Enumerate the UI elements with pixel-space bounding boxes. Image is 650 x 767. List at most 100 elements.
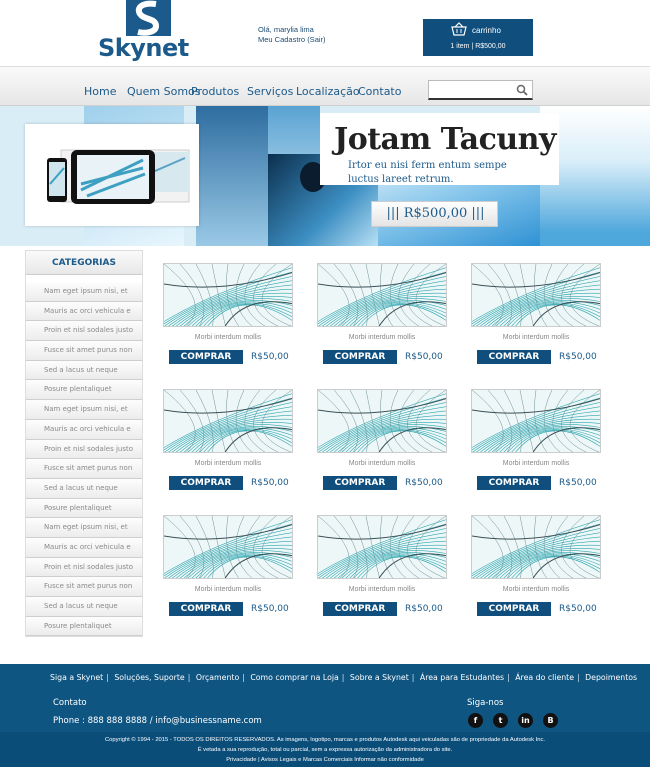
footer-link[interactable]: Orçamento [196,673,239,682]
footer-link[interactable]: Área do cliente [515,673,574,682]
category-item[interactable]: Proin et nisl sodales justo [26,439,142,460]
header: Skynet Olá, marylia lima Meu Cadastro (S… [0,0,650,66]
category-item[interactable]: Sed a lacus ut neque [26,360,142,381]
product-price: R$50,00 [405,352,443,362]
product-price: R$50,00 [251,352,289,362]
product-name[interactable]: Morbi interdum mollis [471,586,601,593]
buy-button[interactable]: COMPRAR [477,476,551,490]
footer-link[interactable]: Área para Estudantes [420,673,504,682]
cart-label: carrinho [472,26,501,35]
category-item[interactable]: Fusce sit amet purus non [26,341,142,361]
skynet-logo[interactable]: Skynet [96,0,189,64]
banner-price-box[interactable]: ||| R$500,00 ||| [371,201,498,227]
product-image[interactable] [317,389,447,453]
categories-sidebar: CATEGORIAS Nam eget ipsum nisi, et Mauri… [25,250,143,637]
category-item[interactable]: Mauris ac orci vehicula e [26,419,142,440]
product-name[interactable]: Morbi interdum mollis [317,460,447,467]
linkedin-icon[interactable]: in [518,713,533,728]
search-input[interactable] [431,83,511,97]
product-name[interactable]: Morbi interdum mollis [317,334,447,341]
main-nav: Home Quem Somos Produtos Serviços Locali… [0,66,650,106]
product-name[interactable]: Morbi interdum mollis [471,334,601,341]
product-image[interactable] [163,263,293,327]
footer-link[interactable]: Soluções, Suporte [114,673,184,682]
product-name[interactable]: Morbi interdum mollis [163,334,293,341]
category-item[interactable]: Posure plentaliquet [26,380,142,401]
product-image[interactable] [317,515,447,579]
link-separator: | [341,673,345,682]
nav-servicos[interactable]: Serviços [247,85,293,98]
category-item[interactable]: Nam eget ipsum nisi, et [26,282,142,302]
buy-button[interactable]: COMPRAR [323,476,397,490]
buy-button[interactable]: COMPRAR [323,602,397,616]
search-icon[interactable] [516,84,528,96]
logo-s-mark-icon [126,0,171,36]
product-image[interactable] [471,515,601,579]
hero-banner[interactable]: Jotam Tacuny Irtor eu nisi ferm entum se… [0,106,650,246]
search-box [428,80,533,100]
category-item[interactable]: Nam eget ipsum nisi, et [26,400,142,420]
user-info: Olá, marylia lima Meu Cadastro (Sair) [258,25,326,45]
buy-button[interactable]: COMPRAR [323,350,397,364]
category-item[interactable]: Proin et nisl sodales justo [26,557,142,578]
nav-home[interactable]: Home [84,85,116,98]
buy-button[interactable]: COMPRAR [169,602,243,616]
category-item[interactable]: Sed a lacus ut neque [26,597,142,617]
product-card: Morbi interdum mollis COMPRAR R$50,00 [161,515,301,625]
category-item[interactable]: Nam eget ipsum nisi, et [26,518,142,538]
category-item[interactable]: Mauris ac orci vehicula e [26,301,142,322]
categories-list: Nam eget ipsum nisi, et Mauris ac orci v… [26,282,142,637]
product-price: R$50,00 [559,352,597,362]
footer-link[interactable]: Siga a Skynet [50,673,103,682]
product-price: R$50,00 [251,604,289,614]
product-card: Morbi interdum mollis COMPRAR R$50,00 [469,263,609,373]
contact-details: Phone : 888 888 8888 / info@businessname… [53,716,262,726]
product-name[interactable]: Morbi interdum mollis [163,586,293,593]
nav-contato[interactable]: Contato [358,85,401,98]
product-card: Morbi interdum mollis COMPRAR R$50,00 [315,515,455,625]
cart-widget[interactable]: carrinho 1 item | R$500,00 [423,19,533,56]
product-image[interactable] [471,389,601,453]
product-card: Morbi interdum mollis COMPRAR R$50,00 [469,389,609,499]
nav-produtos[interactable]: Produtos [191,85,239,98]
footer-link[interactable]: Como comprar na Loja [250,673,338,682]
legal-links[interactable]: Privacidade | Avisos Legais e Marcas Com… [0,757,650,763]
product-image[interactable] [163,389,293,453]
cart-basket-icon [451,22,467,36]
product-image[interactable] [317,263,447,327]
banner-devices-image [25,124,199,226]
product-price: R$50,00 [405,604,443,614]
category-item[interactable]: Posure plentaliquet [26,498,142,519]
product-name[interactable]: Morbi interdum mollis [471,460,601,467]
category-item[interactable]: Fusce sit amet purus non [26,459,142,479]
product-card: Morbi interdum mollis COMPRAR R$50,00 [315,263,455,373]
link-separator: | [577,673,580,682]
link-separator: | [187,673,191,682]
buy-button[interactable]: COMPRAR [169,350,243,364]
banner-subtitle: Irtor eu nisi ferm entum sempe luctus la… [348,160,507,185]
buy-button[interactable]: COMPRAR [477,602,551,616]
facebook-icon[interactable]: f [468,713,483,728]
nav-localizacao[interactable]: Localização [296,85,360,98]
twitter-icon[interactable]: t [493,713,508,728]
blogger-icon[interactable]: B [543,713,558,728]
product-name[interactable]: Morbi interdum mollis [317,586,447,593]
account-link[interactable]: Meu Cadastro (Sair) [258,35,326,45]
footer-link[interactable]: Sobre a Skynet [350,673,409,682]
category-item[interactable]: Posure plentaliquet [26,616,142,637]
nav-quem-somos[interactable]: Quem Somos [127,85,201,98]
legal-bar: Copyright © 1994 - 2015 - TODOS OS DIREI… [0,732,650,767]
category-item[interactable]: Sed a lacus ut neque [26,478,142,499]
product-image[interactable] [163,515,293,579]
contact-title: Contato [53,698,87,708]
buy-button[interactable]: COMPRAR [169,476,243,490]
buy-button[interactable]: COMPRAR [477,350,551,364]
product-name[interactable]: Morbi interdum mollis [163,460,293,467]
category-item[interactable]: Proin et nisl sodales justo [26,321,142,342]
category-item[interactable]: Mauris ac orci vehicula e [26,537,142,558]
product-price: R$50,00 [559,478,597,488]
footer-link[interactable]: Depoimentos [585,673,637,682]
category-item[interactable]: Fusce sit amet purus non [26,577,142,597]
product-image[interactable] [471,263,601,327]
product-card: Morbi interdum mollis COMPRAR R$50,00 [469,515,609,625]
